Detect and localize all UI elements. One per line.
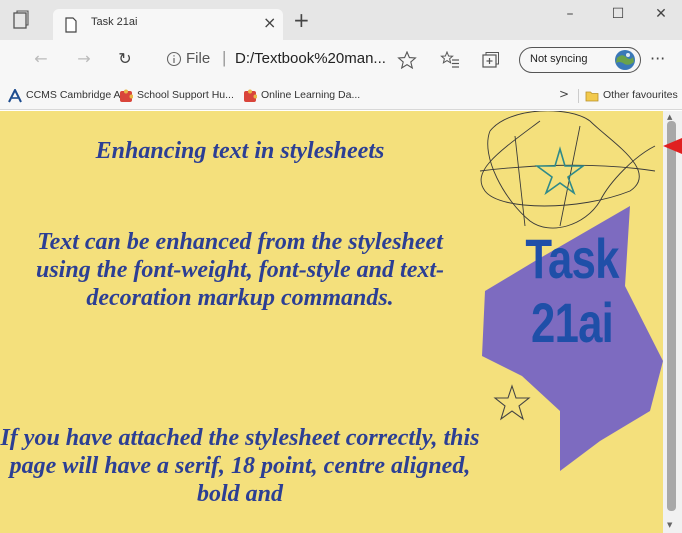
- page-content: Enhancing text in stylesheets Text can b…: [0, 111, 663, 533]
- bookmark-label: Online Learning Da...: [261, 89, 361, 101]
- favorites-icon[interactable]: [440, 50, 460, 69]
- bookmarks-divider: [578, 89, 579, 103]
- tab-title: Task 21ai: [91, 16, 138, 28]
- tab-close-button[interactable]: ×: [263, 13, 276, 32]
- puzzle-icon: [119, 88, 134, 102]
- more-options-icon[interactable]: ···: [650, 49, 665, 68]
- other-favourites-label: Other favourites: [603, 89, 678, 101]
- vertical-scrollbar[interactable]: ▲ ▼: [663, 111, 682, 533]
- title-bar: Task 21ai × + – ☐ ✕: [0, 0, 682, 40]
- favorite-star-icon[interactable]: [397, 50, 417, 70]
- folder-icon: [585, 88, 599, 102]
- scroll-up-icon[interactable]: ▲: [667, 113, 672, 121]
- cambridge-icon: [8, 87, 22, 103]
- puzzle-icon: [243, 88, 258, 102]
- scroll-thumb[interactable]: [667, 121, 676, 511]
- browser-tab[interactable]: Task 21ai ×: [53, 9, 283, 40]
- task-logo-line: Task: [525, 227, 619, 290]
- sync-button[interactable]: Not syncing: [519, 47, 641, 73]
- task-logo: Task 21ai: [514, 227, 631, 355]
- collections-icon[interactable]: [480, 51, 500, 69]
- tab-actions-icon[interactable]: [10, 10, 32, 32]
- small-star-icon: [493, 384, 531, 421]
- url-text[interactable]: D:/Textbook%20man...: [235, 50, 386, 67]
- address-separator: |: [222, 48, 227, 67]
- back-icon[interactable]: ←: [30, 49, 52, 71]
- scroll-down-icon[interactable]: ▼: [667, 521, 672, 529]
- minimize-button[interactable]: –: [555, 6, 585, 28]
- info-icon[interactable]: [166, 51, 182, 67]
- teal-star-icon: [534, 146, 586, 196]
- bookmarks-bar: CCMS Cambridge A... School Support Hu...…: [0, 80, 682, 110]
- bookmarks-overflow-chevron[interactable]: >: [559, 87, 569, 101]
- page-heading: Enhancing text in stylesheets: [95, 138, 385, 164]
- sync-label: Not syncing: [530, 53, 588, 65]
- bookmark-label: School Support Hu...: [137, 89, 234, 101]
- new-tab-button[interactable]: +: [293, 8, 310, 32]
- maximize-button[interactable]: ☐: [603, 6, 633, 28]
- protocol-label: File: [186, 50, 211, 67]
- close-window-button[interactable]: ✕: [646, 6, 676, 28]
- annotation-arrow-icon: [663, 138, 682, 154]
- body-paragraph: Text can be enhanced from the stylesheet…: [35, 229, 445, 311]
- forward-icon[interactable]: →: [73, 49, 95, 71]
- body-paragraph: If you have attached the stylesheet corr…: [0, 425, 480, 507]
- page-icon: [63, 17, 79, 33]
- refresh-icon[interactable]: ↻: [114, 49, 136, 71]
- profile-avatar[interactable]: [613, 49, 637, 71]
- task-logo-line: 21ai: [531, 291, 614, 354]
- bookmark-label: CCMS Cambridge A...: [26, 89, 130, 101]
